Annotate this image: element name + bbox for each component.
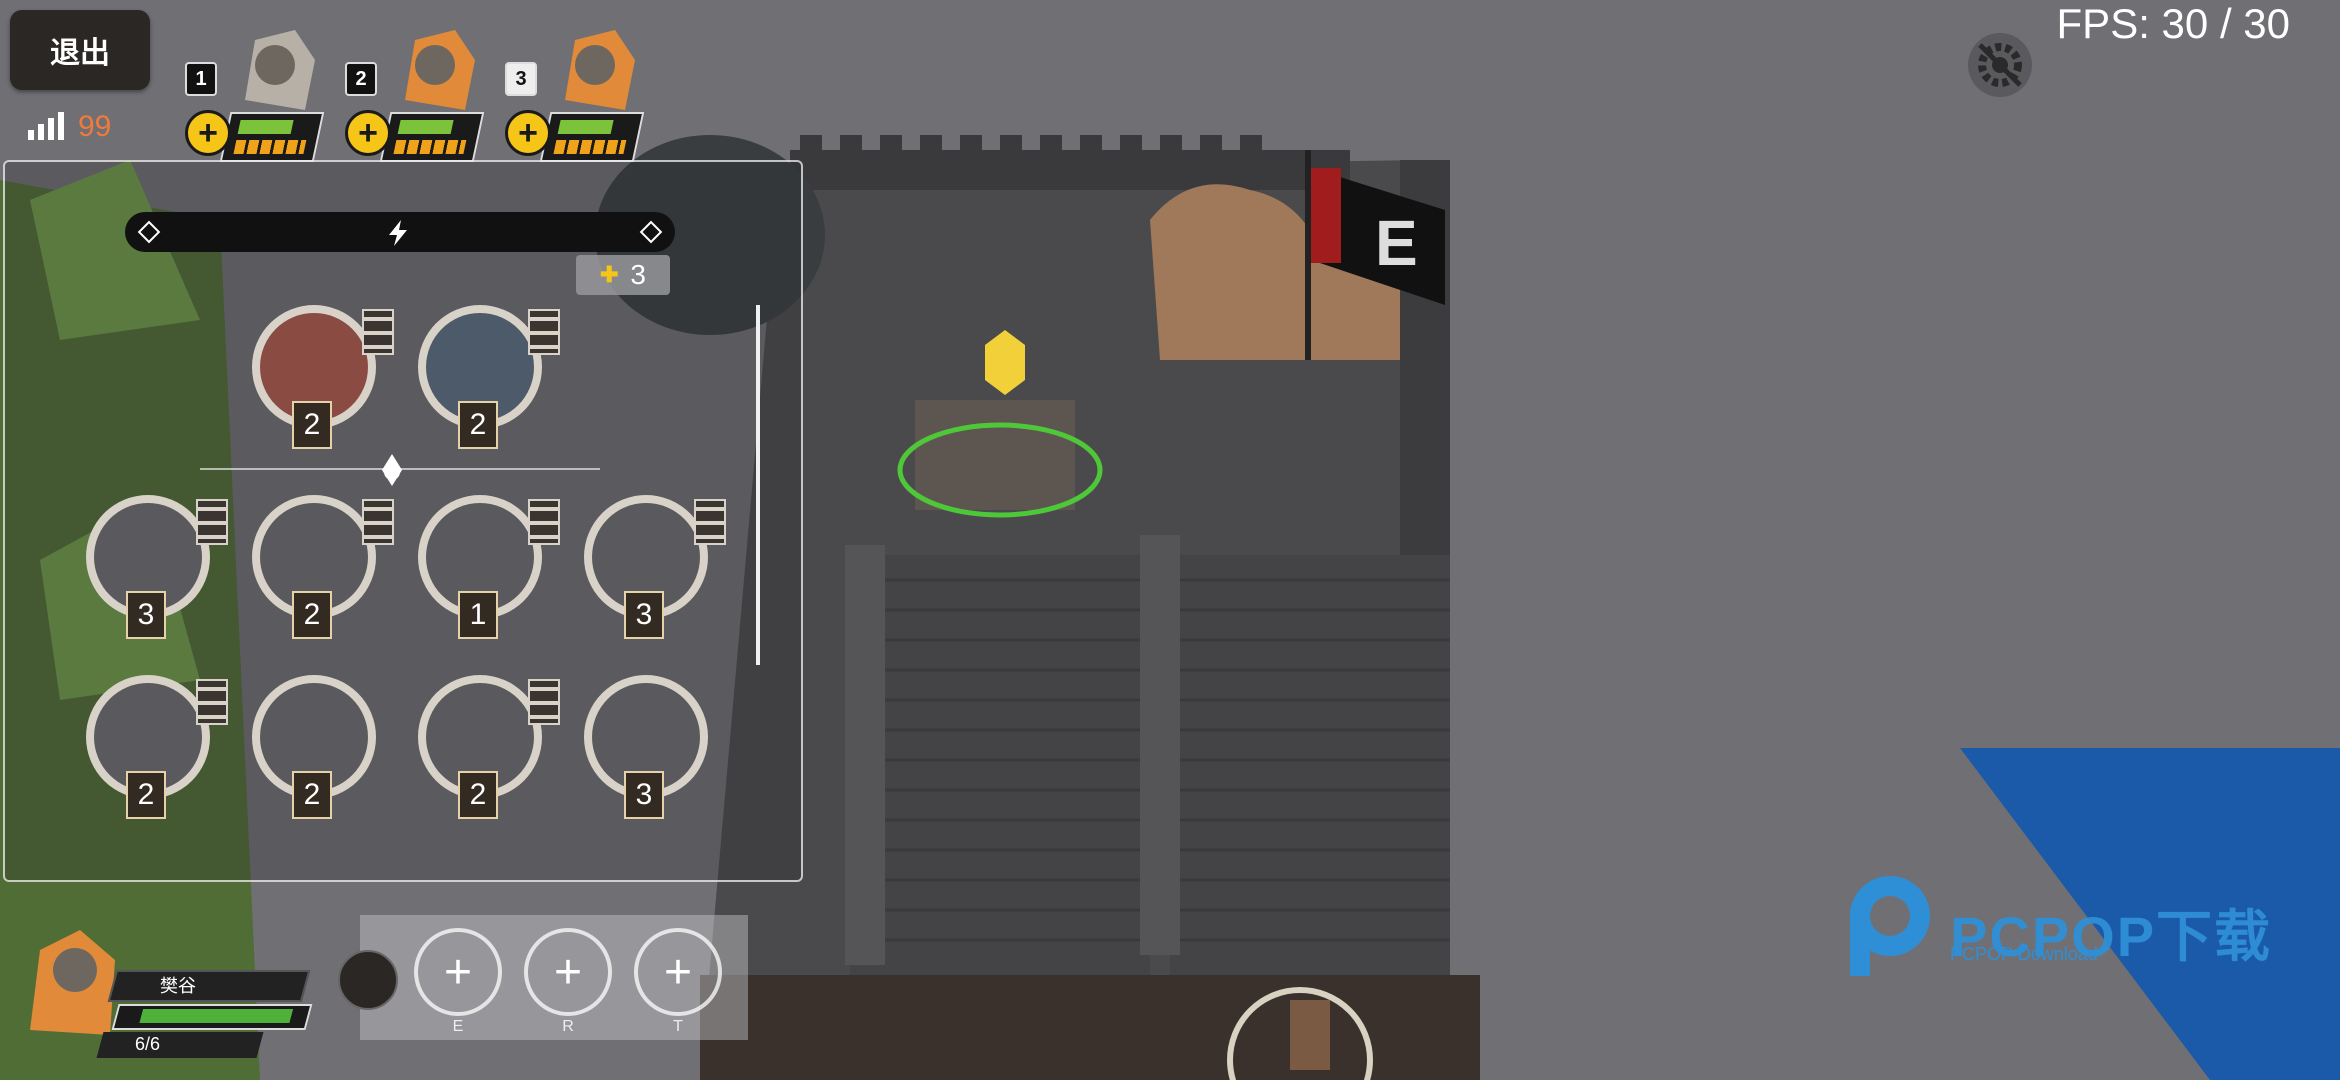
hero-portrait-3: [565, 30, 635, 110]
skill-tier-header: [125, 212, 675, 252]
skill-volley[interactable]: 3: [584, 495, 726, 639]
hero-health-fill: [397, 120, 454, 134]
ability-slot-t[interactable]: +: [634, 928, 722, 1016]
skill-points-badge: ✚ 3: [576, 255, 670, 295]
skill-level: 1: [458, 591, 498, 639]
watermark-logo-icon: [1850, 876, 1930, 976]
swap-formation-button[interactable]: [338, 950, 398, 1010]
crest-icon: [382, 454, 402, 486]
ping-value: 99: [78, 110, 112, 143]
skill-points-value: 3: [630, 259, 646, 290]
stack-icon: [528, 309, 560, 355]
skill-strike[interactable]: 3: [86, 495, 228, 639]
hero-card-3[interactable]: 3 +: [505, 20, 645, 162]
watermark-sub: PCPOP Download: [1950, 944, 2098, 964]
stack-icon: [362, 309, 394, 355]
hero-stamina-bar: [233, 140, 307, 154]
selected-hero-portrait: [30, 930, 115, 1035]
hero-name: 樊谷: [160, 976, 196, 996]
plus-icon: ✚: [599, 262, 619, 287]
skill-tackle[interactable]: 3: [584, 675, 708, 819]
stack-icon: [196, 679, 228, 725]
hero-health-bar: [219, 112, 325, 162]
skill-level: 2: [292, 771, 332, 819]
selected-hero-health-fill: [139, 1009, 294, 1023]
hero-slot-number: 2: [345, 62, 377, 96]
signal-icon: [28, 112, 64, 140]
fps-counter: FPS: 30 / 30: [2056, 0, 2290, 47]
heal-plus-icon[interactable]: +: [185, 110, 231, 156]
exit-button[interactable]: 退出: [10, 10, 150, 90]
ability-key-t: T: [673, 1018, 683, 1035]
skill-reaper[interactable]: 2: [252, 305, 394, 449]
hero-slot-number: 1: [185, 62, 217, 96]
ability-key-e: E: [452, 1018, 464, 1035]
stack-icon: [694, 499, 726, 545]
skill-shieldwall[interactable]: 2: [86, 675, 228, 819]
hero-card-1[interactable]: 1 +: [185, 20, 325, 162]
skill-brawler[interactable]: 2: [252, 675, 376, 819]
panel-scrollbar[interactable]: [756, 305, 760, 665]
stack-icon: [196, 499, 228, 545]
hero-slot-number: 3: [505, 62, 537, 96]
hero-name-plate: [107, 970, 311, 1002]
diamond-icon: [137, 220, 161, 244]
skill-level: 2: [126, 771, 166, 819]
heal-plus-icon[interactable]: +: [505, 110, 551, 156]
svg-text:E: E: [1375, 207, 1418, 279]
skill-level: 2: [458, 401, 498, 449]
hero-card-2[interactable]: 2 +: [345, 20, 485, 162]
troops-plate: [96, 1032, 264, 1058]
hero-portrait-1: [245, 30, 315, 110]
skill-level: 2: [292, 591, 332, 639]
skill-spartan[interactable]: 1: [418, 495, 560, 639]
hero-health-bar: [539, 112, 645, 162]
skill-whirlwind[interactable]: 2: [418, 675, 560, 819]
skill-swordsman[interactable]: 2: [252, 495, 394, 639]
stack-icon: [528, 679, 560, 725]
ability-slot-r[interactable]: +: [524, 928, 612, 1016]
settings-gear-icon[interactable]: [1965, 30, 2035, 100]
skill-level: 3: [624, 771, 664, 819]
hero-stamina-bar: [393, 140, 467, 154]
skill-level: 2: [292, 401, 332, 449]
lightning-icon: [389, 220, 407, 246]
skill-charge[interactable]: 2: [418, 305, 560, 449]
skill-level: 3: [126, 591, 166, 639]
diamond-icon: [639, 220, 663, 244]
skill-level: 3: [624, 591, 664, 639]
stack-icon: [362, 499, 394, 545]
hero-health-bar: [379, 112, 485, 162]
ability-key-r: R: [562, 1018, 574, 1035]
hero-health-fill: [557, 120, 614, 134]
heal-plus-icon[interactable]: +: [345, 110, 391, 156]
troop-count: 6/6: [135, 1034, 161, 1054]
hero-portrait-2: [405, 30, 475, 110]
skill-level: 2: [458, 771, 498, 819]
stack-icon: [528, 499, 560, 545]
selected-hero-health-bar: [111, 1004, 313, 1030]
ability-slot-e[interactable]: +: [414, 928, 502, 1016]
hero-stamina-bar: [553, 140, 627, 154]
hero-health-fill: [237, 120, 294, 134]
